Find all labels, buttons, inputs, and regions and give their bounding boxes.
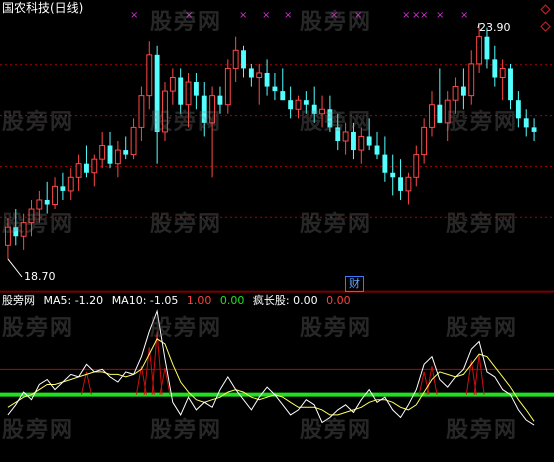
watermark: 股旁网 [2, 418, 75, 443]
watermark: 股旁网 [446, 110, 519, 135]
signal-marker: × [130, 10, 138, 21]
watermark: 股旁网 [300, 316, 373, 341]
candle-body [374, 145, 380, 155]
watermark: 股旁网 [300, 418, 373, 443]
candle-body [60, 186, 66, 191]
candle-body [264, 72, 270, 87]
candle-body [358, 135, 365, 151]
ma10-value: MA10: -1.05 [111, 294, 179, 307]
watermark: 股旁网 [150, 110, 223, 135]
candle-body [405, 176, 412, 192]
candle-body [67, 176, 74, 192]
candle-body [185, 81, 192, 106]
watermark: 股旁网 [150, 418, 223, 443]
candle-body [224, 67, 231, 106]
candle-body [44, 199, 50, 205]
candle-body [52, 185, 58, 206]
low-price-label: 18.70 [24, 270, 56, 283]
indicator-name[interactable]: 股旁网 [2, 294, 35, 307]
candle-body [484, 36, 490, 60]
watermark: 股旁网 [2, 110, 75, 135]
signal-value: 0.00 [326, 294, 351, 307]
candle-body [107, 145, 113, 164]
surge-signal-value: 疯长股: 0.00 [252, 294, 318, 307]
candle-body [523, 118, 529, 128]
signal-marker: × [284, 10, 292, 21]
candle-body [468, 63, 475, 97]
watermark: 股旁网 [446, 316, 519, 341]
candle-body [476, 36, 483, 65]
candle-body [169, 77, 176, 92]
low-pointer [7, 258, 23, 278]
upper-level-value: 1.00 [186, 294, 212, 307]
watermark: 股旁网 [300, 110, 373, 135]
candle-body [460, 86, 466, 96]
candle-body [508, 68, 513, 101]
diamond-nav-icon[interactable] [540, 4, 551, 34]
candle-body [452, 86, 459, 101]
candle-body [193, 82, 199, 96]
candle-body [178, 77, 184, 105]
lower-level-value: 0.00 [219, 294, 245, 307]
candle-body [390, 172, 396, 178]
candle-body [146, 54, 153, 97]
candle-body [382, 154, 388, 173]
watermark: 股旁网 [446, 212, 519, 237]
watermark: 股旁网 [300, 10, 373, 35]
candle-body [398, 177, 404, 191]
candle-body [232, 49, 239, 69]
candle-body [84, 163, 89, 173]
candle-body [531, 127, 537, 132]
candle-body [492, 59, 498, 78]
candle-body [413, 154, 420, 178]
finance-badge[interactable]: 财 [345, 276, 364, 292]
signal-marker: × [402, 10, 410, 21]
stock-title: 国农科技(日线) [2, 1, 84, 15]
candle-body [280, 91, 286, 101]
candle-body [123, 150, 129, 155]
watermark: 股旁网 [150, 10, 223, 35]
watermark: 股旁网 [446, 418, 519, 443]
candle-body [288, 100, 294, 110]
watermark: 股旁网 [2, 316, 75, 341]
ma10-line [7, 338, 535, 422]
candle-body [138, 95, 145, 128]
watermark: 股旁网 [150, 212, 223, 237]
signal-marker: × [420, 10, 428, 21]
watermark: 股旁网 [2, 212, 75, 237]
candle-body [91, 158, 98, 174]
candle-body [437, 104, 443, 123]
candle-body [429, 104, 435, 128]
watermark: 股旁网 [300, 212, 373, 237]
candle-body [99, 145, 106, 160]
candle-body [248, 68, 254, 78]
candle-body [130, 126, 137, 156]
candle-body [499, 67, 506, 79]
indicator-header: 股旁网 MA5: -1.20 MA10: -1.05 1.00 0.00 疯长股… [2, 294, 356, 307]
candle-body [366, 136, 372, 146]
high-price-label: 23.90 [479, 21, 511, 34]
candle-body [256, 72, 263, 79]
signal-marker: × [460, 10, 468, 21]
signal-marker: × [262, 10, 270, 21]
ma5-value: MA5: -1.20 [43, 294, 104, 307]
signal-marker: × [436, 10, 444, 21]
candle-body [241, 50, 246, 69]
candle-body [114, 149, 121, 165]
signal-marker: × [239, 10, 247, 21]
candle-body [75, 163, 82, 178]
candle-body [272, 86, 278, 92]
candle-body [421, 126, 428, 156]
stock-chart-window[interactable]: × × × × × × × × × × × × 股旁网 股旁网 股旁网 股旁网 股旁网 股旁网 股旁网… [0, 0, 554, 462]
watermark: 股旁网 [150, 316, 223, 341]
